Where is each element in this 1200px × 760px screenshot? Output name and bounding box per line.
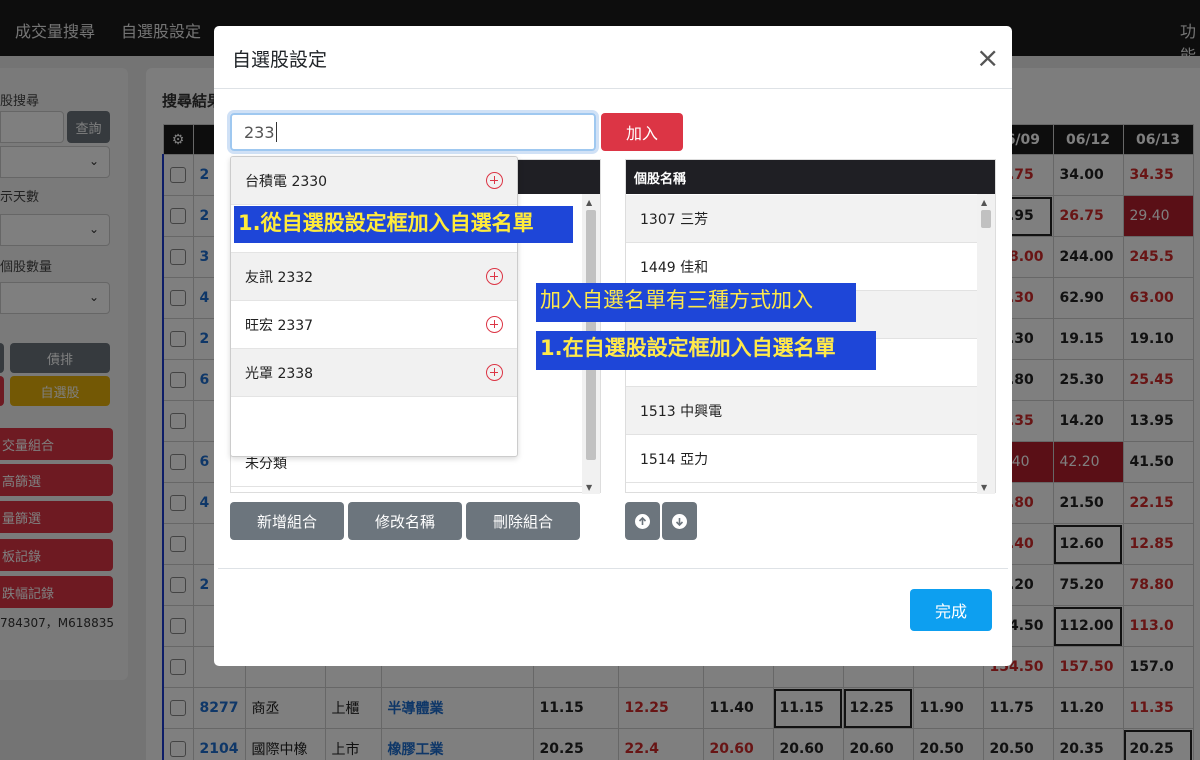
modal-divider [214,88,1012,89]
search-suggestion-dropdown: 台積電 2330 友訊 2332 旺宏 2337 光罩 2338 [230,156,518,457]
stock-list-panel: 個股名稱 1307 三芳 1449 佳和 1513 中興電 1514 亞力 ▲ … [625,159,996,494]
suggestion-item[interactable]: 友訊 2332 [231,253,517,301]
scroll-down-icon[interactable]: ▼ [586,483,592,492]
stock-list-item[interactable]: 1307 三芳 [626,195,978,243]
suggestion-item[interactable]: 光罩 2338 [231,349,517,397]
stock-search-input[interactable]: 233 [230,113,596,151]
text-caret [275,122,277,142]
scroll-down-icon[interactable]: ▼ [981,483,987,492]
add-circle-icon[interactable] [486,316,503,333]
scroll-up-icon[interactable]: ▲ [981,198,987,207]
move-up-button[interactable] [625,502,660,540]
annotation-three-ways: 加入自選名單有三種方式加入 [536,283,856,322]
delete-group-button[interactable]: 刪除組合 [466,502,580,540]
stock-list-item[interactable]: 1513 中興電 [626,387,978,435]
stock-list-scrollbar[interactable]: ▲ ▼ [977,194,995,494]
move-down-button[interactable] [662,502,697,540]
new-group-button[interactable]: 新增組合 [230,502,344,540]
scroll-thumb[interactable] [981,210,991,228]
suggestion-item[interactable]: 旺宏 2337 [231,301,517,349]
add-circle-icon[interactable] [486,268,503,285]
scroll-up-icon[interactable]: ▲ [586,198,592,207]
stock-list-item[interactable]: 1514 亞力 [626,435,978,483]
add-circle-icon[interactable] [486,364,503,381]
suggestion-item[interactable]: 台積電 2330 [231,157,517,205]
arrow-down-icon [672,514,687,529]
stock-name-header: 個股名稱 [626,160,995,194]
done-button[interactable]: 完成 [910,589,992,631]
annotation-step1: 1.在自選股設定框加入自選名單 [536,331,876,370]
rename-group-button[interactable]: 修改名稱 [348,502,462,540]
add-circle-icon[interactable] [486,172,503,189]
close-icon[interactable]: × [976,44,999,72]
modal-title: 自選股設定 [232,49,328,71]
arrow-up-icon [635,514,650,529]
annotation-step1-modal: 1.從自選股設定框加入自選名單 [234,206,573,243]
add-button[interactable]: 加入 [601,113,683,151]
modal-footer-divider [218,568,1008,569]
